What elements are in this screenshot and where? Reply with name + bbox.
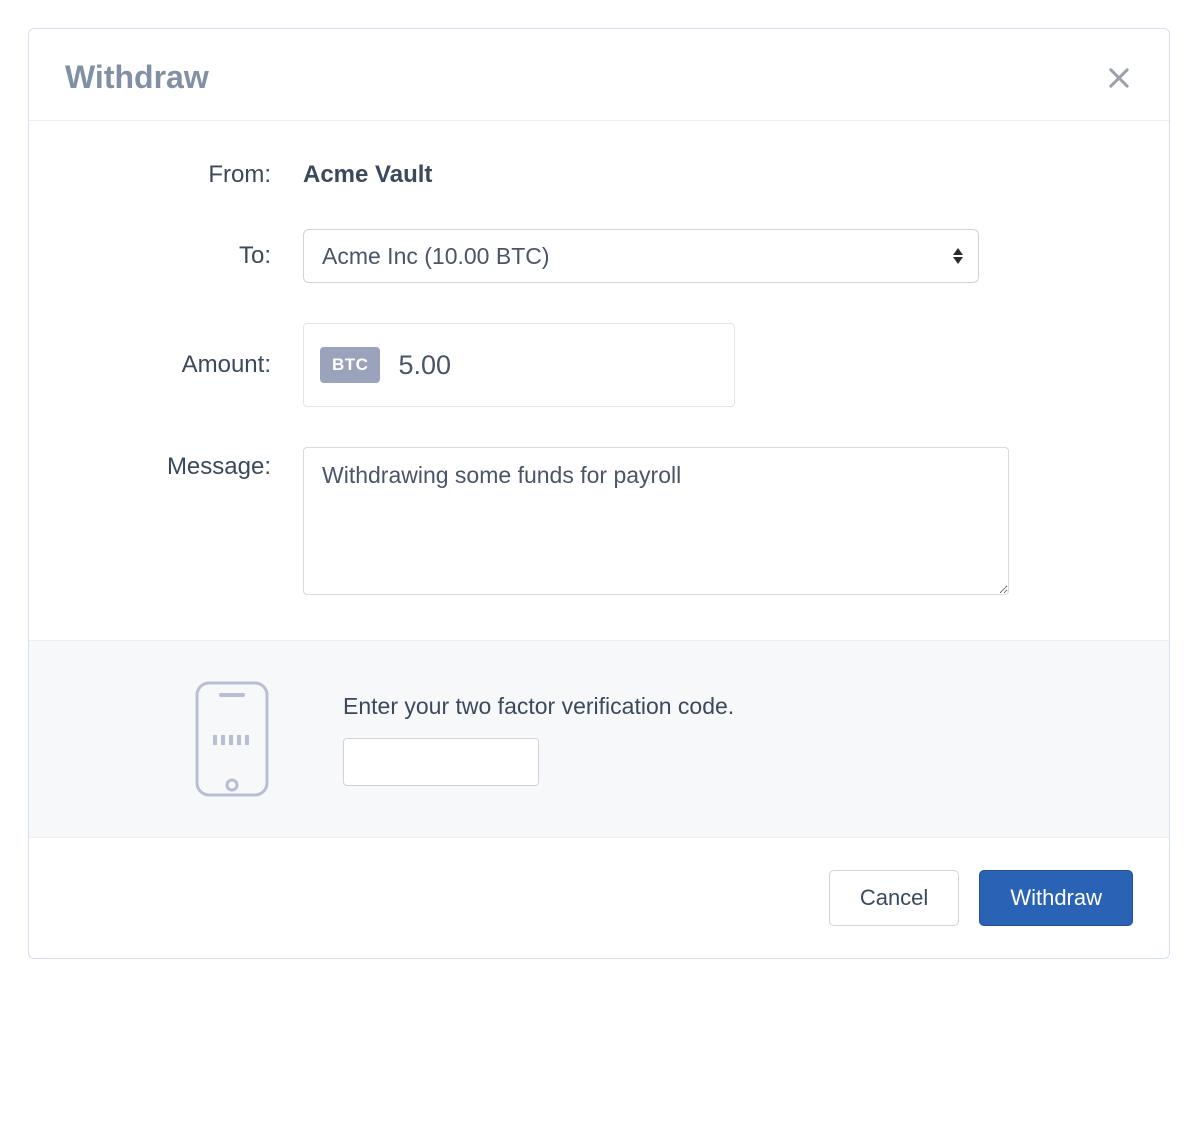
from-value: Acme Vault — [303, 161, 1133, 189]
verification-section: Enter your two factor verification code. — [29, 640, 1169, 838]
amount-input[interactable] — [398, 350, 752, 381]
modal-body: From: Acme Vault To: Acme Inc (10.00 BTC… — [29, 121, 1169, 640]
cancel-button[interactable]: Cancel — [829, 870, 959, 926]
from-row: From: Acme Vault — [65, 161, 1133, 189]
to-label: To: — [65, 242, 303, 270]
message-row: Message: — [65, 447, 1133, 600]
close-button[interactable] — [1105, 64, 1133, 92]
currency-badge: BTC — [320, 347, 380, 383]
phone-icon — [193, 679, 271, 799]
message-textarea[interactable] — [303, 447, 1009, 595]
amount-input-group: BTC — [303, 323, 735, 407]
verification-code-input[interactable] — [343, 738, 539, 786]
amount-label: Amount: — [65, 351, 303, 379]
message-label: Message: — [65, 447, 303, 481]
withdraw-button[interactable]: Withdraw — [979, 870, 1133, 926]
modal-title: Withdraw — [65, 59, 209, 96]
close-icon — [1105, 64, 1133, 92]
amount-row: Amount: BTC — [65, 323, 1133, 407]
from-label: From: — [65, 161, 303, 189]
modal-footer: Cancel Withdraw — [29, 838, 1169, 958]
to-select-wrap: Acme Inc (10.00 BTC) — [303, 229, 979, 283]
to-row: To: Acme Inc (10.00 BTC) — [65, 229, 1133, 283]
to-select[interactable]: Acme Inc (10.00 BTC) — [303, 229, 979, 283]
verification-label: Enter your two factor verification code. — [343, 693, 1133, 720]
withdraw-modal: Withdraw From: Acme Vault To: Acme Inc (… — [28, 28, 1170, 959]
modal-header: Withdraw — [29, 29, 1169, 121]
